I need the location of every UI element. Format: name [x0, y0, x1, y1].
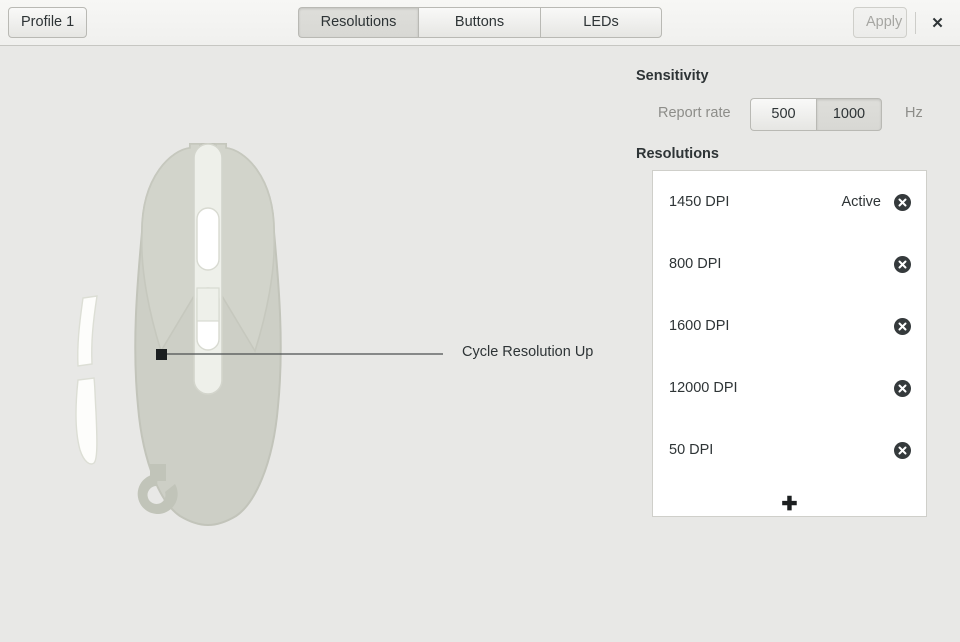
header-bar: Profile 1 Resolutions Buttons LEDs Apply… — [0, 0, 960, 46]
main-content: Cycle Resolution Up Sensitivity Report r… — [0, 46, 960, 642]
profile-button[interactable]: Profile 1 — [8, 7, 87, 38]
delete-circle-icon[interactable] — [894, 380, 911, 397]
view-tab-group: Resolutions Buttons LEDs — [298, 7, 662, 38]
add-resolution-button[interactable]: ✚ — [653, 481, 926, 527]
delete-circle-icon[interactable] — [894, 442, 911, 459]
report-rate-row: Report rate 500 1000 Hz — [620, 98, 960, 131]
resolutions-list: 1450 DPI Active 800 DPI 1600 DPI — [652, 170, 927, 517]
plus-icon: ✚ — [782, 495, 798, 514]
mouse-scroll-wheel[interactable] — [197, 208, 219, 270]
apply-button[interactable]: Apply — [853, 7, 907, 38]
table-row[interactable]: 50 DPI — [653, 419, 926, 481]
mouse-side-button-forward[interactable] — [78, 296, 97, 366]
report-rate-option-500[interactable]: 500 — [750, 98, 816, 131]
table-row[interactable]: 800 DPI — [653, 233, 926, 295]
table-row[interactable]: 1600 DPI — [653, 295, 926, 357]
delete-circle-icon[interactable] — [894, 318, 911, 335]
mouse-dpi-button-top — [197, 288, 219, 321]
table-row[interactable]: 12000 DPI — [653, 357, 926, 419]
settings-panel: Sensitivity Report rate 500 1000 Hz Reso… — [620, 46, 960, 642]
tab-leds[interactable]: LEDs — [540, 7, 662, 38]
resolution-dpi-label: 1450 DPI — [669, 194, 842, 210]
resolution-dpi-label: 1600 DPI — [669, 318, 881, 334]
mouse-side-button-back[interactable] — [76, 378, 97, 464]
resolution-dpi-label: 50 DPI — [669, 442, 881, 458]
report-rate-label: Report rate — [658, 105, 731, 121]
tab-resolutions[interactable]: Resolutions — [298, 7, 418, 38]
callout-marker — [156, 349, 167, 360]
sensitivity-heading: Sensitivity — [636, 68, 709, 84]
status-badge: Active — [842, 194, 882, 210]
resolution-dpi-label: 12000 DPI — [669, 380, 881, 396]
close-icon[interactable]: ✕ — [925, 10, 950, 35]
report-rate-option-1000[interactable]: 1000 — [816, 98, 882, 131]
table-row[interactable]: 1450 DPI Active — [653, 171, 926, 233]
report-rate-toggle-group: 500 1000 — [750, 98, 882, 131]
header-divider — [915, 12, 916, 34]
report-rate-unit: Hz — [905, 105, 923, 121]
delete-circle-icon[interactable] — [894, 256, 911, 273]
resolutions-heading: Resolutions — [636, 146, 719, 162]
tab-buttons[interactable]: Buttons — [418, 7, 540, 38]
delete-circle-icon[interactable] — [894, 194, 911, 211]
mouse-illustration-area: Cycle Resolution Up — [0, 46, 620, 642]
callout-label: Cycle Resolution Up — [462, 344, 593, 360]
resolution-dpi-label: 800 DPI — [669, 256, 881, 272]
